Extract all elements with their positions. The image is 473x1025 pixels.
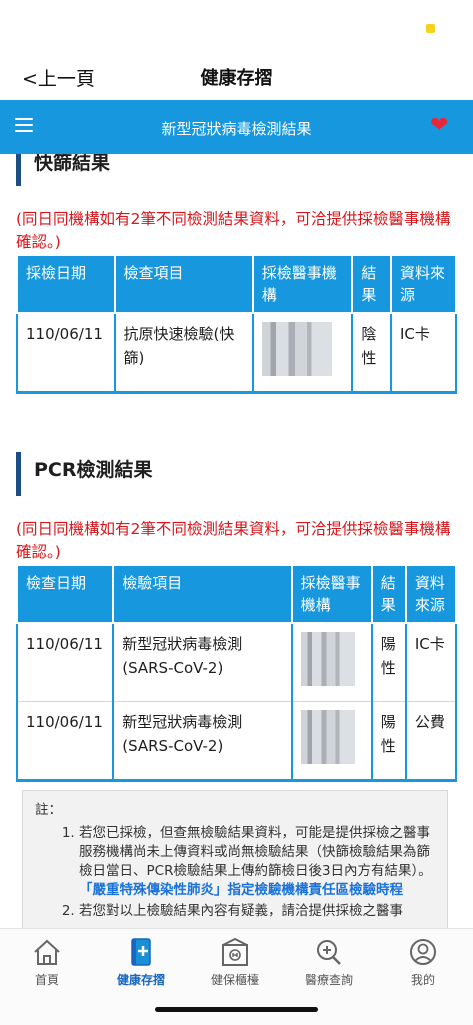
testing-schedule-link[interactable]: 「嚴重特殊傳染性肺炎」指定檢驗機構責任區檢驗時程 (79, 882, 403, 898)
tab-label: 我的 (410, 973, 435, 987)
note-item: 若您對以上檢驗結果內容有疑義，請洽提供採檢之醫事 (79, 902, 435, 921)
status-indicator (426, 24, 435, 33)
cell-source: IC卡 (404, 623, 458, 702)
notes-box: 註： 若您已採檢，但查無檢驗結果資料，可能是提供採檢之醫事服務機構尚未上傳資料或… (22, 790, 448, 928)
tab-counter[interactable]: 健保櫃檯 (188, 937, 282, 988)
cell-item: 新型冠狀病毒檢測(SARS-CoV-2) (112, 701, 293, 782)
cell-institution (290, 701, 373, 782)
cell-date: 110/06/11 (15, 623, 115, 702)
pcr-result-table: 檢查日期 檢驗項目 採檢醫事機構 結果 資料來源 110/06/11 新型冠狀病… (15, 564, 458, 782)
page-title: 健康存摺 (200, 68, 273, 89)
cell-date: 110/06/11 (16, 313, 116, 394)
cell-item: 抗原快速檢驗(快篩) (113, 313, 254, 394)
counter-icon (222, 937, 248, 966)
column-header: 檢查項目 (113, 254, 254, 314)
column-header: 採檢日期 (16, 254, 116, 314)
table-header-row: 檢查日期 檢驗項目 採檢醫事機構 結果 資料來源 (15, 564, 458, 624)
cell-source: IC卡 (389, 313, 458, 394)
tab-label: 健保櫃檯 (210, 973, 259, 987)
redacted-institution (261, 322, 332, 376)
cell-result: 陽性 (370, 701, 407, 782)
redacted-institution (300, 710, 355, 764)
tab-label: 首頁 (34, 973, 59, 987)
scroll-content[interactable]: 快篩結果 (同日同機構如有2筆不同檢測結果資料，可洽提供採檢醫事機構確認。) 採… (0, 154, 473, 928)
top-navigation: <上一頁 健康存摺 (0, 58, 473, 98)
home-icon (34, 939, 60, 965)
tab-health-book[interactable]: 健康存摺 (94, 937, 188, 988)
search-medical-icon (317, 940, 341, 965)
pcr-section-title: PCR檢測結果 (16, 452, 153, 496)
cell-result: 陽性 (370, 623, 407, 702)
redacted-institution (300, 632, 355, 686)
column-header: 結果 (351, 254, 392, 314)
column-header: 資料來源 (404, 564, 458, 624)
subheader-bar: 新型冠狀病毒檢測結果 ❤ (0, 100, 473, 154)
note-text: 若您已採檢，但查無檢驗結果資料，可能是提供採檢之醫事服務機構尚未上傳資料或尚無檢… (79, 825, 432, 879)
rapid-section-title: 快篩結果 (16, 154, 110, 186)
tab-label: 醫療查詢 (304, 973, 353, 987)
notes-label: 註： (35, 802, 62, 818)
cell-item: 新型冠狀病毒檢測(SARS-CoV-2) (112, 623, 293, 702)
column-header: 採檢醫事機構 (290, 564, 373, 624)
column-header: 結果 (370, 564, 407, 624)
table-row: 110/06/11 抗原快速檢驗(快篩) 陰性 IC卡 (16, 313, 458, 394)
column-header: 資料來源 (389, 254, 458, 314)
note-item: 若您已採檢，但查無檢驗結果資料，可能是提供採檢之醫事服務機構尚未上傳資料或尚無檢… (79, 824, 435, 900)
rapid-notice: (同日同機構如有2筆不同檢測結果資料，可洽提供採檢醫事機構確認。) (16, 210, 451, 251)
cell-source: 公費 (404, 701, 458, 782)
rapid-result-table: 採檢日期 檢查項目 採檢醫事機構 結果 資料來源 110/06/11 抗原快速檢… (16, 254, 458, 394)
table-header-row: 採檢日期 檢查項目 採檢醫事機構 結果 資料來源 (16, 254, 458, 314)
note-text: 若您對以上檢驗結果內容有疑義，請洽提供採檢之醫事 (79, 903, 403, 919)
tab-home[interactable]: 首頁 (0, 937, 94, 988)
tab-medical-query[interactable]: 醫療查詢 (282, 937, 376, 988)
column-header: 檢查日期 (15, 564, 115, 624)
table-row: 110/06/11 新型冠狀病毒檢測(SARS-CoV-2) 陽性 公費 (15, 701, 458, 782)
cell-date: 110/06/11 (15, 701, 115, 782)
notes-list: 若您已採檢，但查無檢驗結果資料，可能是提供採檢之醫事服務機構尚未上傳資料或尚無檢… (35, 824, 435, 921)
tab-profile[interactable]: 我的 (376, 937, 470, 988)
table-row: 110/06/11 新型冠狀病毒檢測(SARS-CoV-2) 陽性 IC卡 (15, 623, 458, 702)
column-header: 檢驗項目 (112, 564, 293, 624)
cell-result: 陰性 (351, 313, 392, 394)
tab-label: 健康存摺 (116, 973, 165, 987)
pcr-notice: (同日同機構如有2筆不同檢測結果資料，可洽提供採檢醫事機構確認。) (16, 520, 451, 561)
home-indicator[interactable] (155, 1007, 318, 1012)
column-header: 採檢醫事機構 (251, 254, 354, 314)
health-book-icon (131, 938, 151, 966)
cell-institution (290, 623, 373, 702)
heart-icon[interactable]: ❤ (430, 113, 448, 138)
cell-institution (251, 313, 354, 394)
subheader-title: 新型冠狀病毒檢測結果 (161, 120, 312, 138)
profile-icon (410, 939, 436, 965)
